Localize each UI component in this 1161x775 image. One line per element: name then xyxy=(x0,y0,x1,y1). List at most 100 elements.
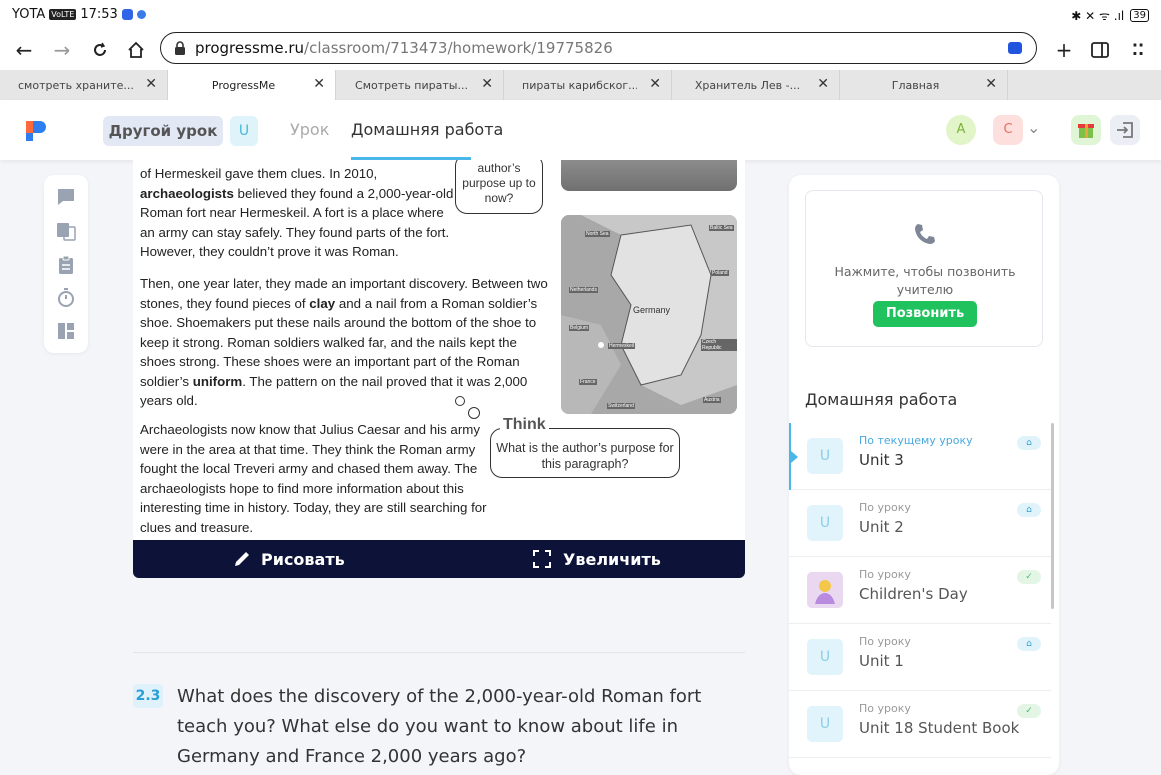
homework-item[interactable]: U По текущему уроку Unit 3 ⌂ xyxy=(789,423,1051,490)
unit-icon: U xyxy=(807,438,843,474)
homework-item[interactable]: U По уроку Unit 2 ⌂ xyxy=(789,490,1051,557)
draw-button[interactable]: Рисовать xyxy=(233,546,345,572)
menu-dots-icon[interactable]: ⁚⁚ xyxy=(1124,36,1152,64)
tool-rail xyxy=(44,175,88,353)
browser-tab[interactable]: смотреть храните... ✕ xyxy=(0,70,168,100)
exit-icon xyxy=(1117,122,1133,138)
exit-button[interactable] xyxy=(1110,115,1140,145)
phone-icon xyxy=(915,224,935,244)
browser-tab[interactable]: Смотреть пираты... ✕ xyxy=(336,70,504,100)
home-icon[interactable] xyxy=(122,36,150,64)
lesson-thumbnail-image xyxy=(807,572,843,608)
progressme-logo-icon[interactable] xyxy=(22,117,48,143)
question-bubble: author’s purpose up to now? xyxy=(455,160,543,214)
notification-dot-icon xyxy=(136,10,146,19)
textbook-page: of Hermeskeil gave them clues. In 2010, … xyxy=(133,160,745,540)
chevron-down-icon[interactable]: ⌄ xyxy=(1027,118,1040,137)
app-notification-icon xyxy=(121,9,133,20)
bubble-dot xyxy=(468,407,480,419)
reload-icon[interactable] xyxy=(86,36,114,64)
right-panel: Нажмите, чтобы позвонить учителю Позвони… xyxy=(789,175,1059,775)
avatar[interactable]: C xyxy=(993,115,1023,145)
image-toolbar: Рисовать Увеличить xyxy=(133,540,745,578)
question-text: What does the discovery of the 2,000-yea… xyxy=(177,686,702,767)
homework-item[interactable]: U По уроку Unit 18 Student Book ✓ xyxy=(789,691,1051,758)
germany-map-image: North Sea Baltic Sea Poland Netherlands … xyxy=(561,215,737,414)
zoom-button[interactable]: Увеличить xyxy=(533,546,661,572)
question-number: 2.3 xyxy=(133,684,163,708)
homework-item-name: Unit 2 xyxy=(859,518,904,536)
home-status-icon: ⌂ xyxy=(1017,637,1041,651)
new-tab-icon[interactable]: + xyxy=(1050,36,1078,64)
app-header: Другой урок U Урок Домашняя работа A C ⌄ xyxy=(0,100,1161,160)
think-label: Think xyxy=(500,416,549,434)
browser-tab-strip: смотреть храните... ✕ ProgressMe ✕ Смотрет… xyxy=(0,70,1161,100)
unit-icon: U xyxy=(807,505,843,541)
forward-arrow-icon[interactable]: → xyxy=(48,36,76,64)
timer-icon[interactable] xyxy=(56,288,76,308)
close-tab-icon[interactable]: ✕ xyxy=(649,76,661,92)
photo-image xyxy=(561,160,737,191)
home-status-icon: ⌂ xyxy=(1017,436,1041,450)
browser-tab[interactable]: Хранитель Лев -... ✕ xyxy=(672,70,840,100)
browser-tab-active[interactable]: ProgressMe ✕ xyxy=(168,70,336,100)
clock: 17:53 xyxy=(80,7,118,22)
gift-button[interactable] xyxy=(1071,115,1101,145)
close-tab-icon[interactable]: ✕ xyxy=(817,76,829,92)
close-tab-icon[interactable]: ✕ xyxy=(313,76,325,92)
homework-item-name: Unit 3 xyxy=(859,451,904,469)
homework-item-caption: По уроку xyxy=(859,635,911,648)
check-status-icon: ✓ xyxy=(1017,570,1041,584)
paragraph: Archaeologists now know that Julius Caes… xyxy=(140,422,487,535)
pencil-icon xyxy=(235,552,249,566)
call-teacher-card: Нажмите, чтобы позвонить учителю Позвони… xyxy=(805,190,1043,347)
translate-icon[interactable] xyxy=(56,221,76,241)
homework-item[interactable]: По уроку Children's Day ✓ xyxy=(789,557,1051,624)
layout-icon[interactable] xyxy=(56,321,76,341)
extension-icon[interactable] xyxy=(1008,42,1022,54)
call-button[interactable]: Позвонить xyxy=(873,301,977,327)
tab-homework[interactable]: Домашняя работа xyxy=(351,120,503,139)
homework-item[interactable]: U По уроку Unit 1 ⌂ xyxy=(789,624,1051,691)
check-status-icon: ✓ xyxy=(1017,704,1041,718)
close-tab-icon[interactable]: ✕ xyxy=(481,76,493,92)
tab-lesson[interactable]: Урок xyxy=(290,120,329,139)
gift-icon xyxy=(1078,124,1094,138)
close-tab-icon[interactable]: ✕ xyxy=(145,76,157,92)
paragraph: of Hermeskeil gave them clues. In 2010, … xyxy=(140,166,454,259)
homework-item-name: Unit 1 xyxy=(859,652,904,670)
homework-item-name: Unit 18 Student Book xyxy=(859,719,1020,737)
other-lesson-button[interactable]: Другой урок xyxy=(103,116,223,146)
clipboard-icon[interactable] xyxy=(56,255,76,275)
home-status-icon: ⌂ xyxy=(1017,503,1041,517)
homework-list-title: Домашняя работа xyxy=(805,390,958,409)
sidebar-toggle-icon[interactable] xyxy=(1086,36,1114,64)
divider xyxy=(133,652,745,653)
call-hint-text: Нажмите, чтобы позвонить учителю xyxy=(834,264,1016,297)
status-bar: YOTA VoLTE 17:53 ✱ ✕ ᯤ .ıl 39 xyxy=(0,0,1161,30)
browser-tab[interactable]: пираты карибског... ✕ xyxy=(504,70,672,100)
signal-icons: ✱ ✕ ᯤ .ıl xyxy=(1071,9,1125,23)
active-caret-icon xyxy=(791,451,798,463)
lesson-badge[interactable]: U xyxy=(230,116,258,146)
battery-icon: 39 xyxy=(1130,9,1149,22)
unit-icon: U xyxy=(807,706,843,742)
browser-tab[interactable]: Главная ✕ xyxy=(840,70,1008,100)
battery-level: 39 xyxy=(1133,10,1146,21)
avatar[interactable]: A xyxy=(946,115,976,145)
paragraph: Then, one year later, they made an impor… xyxy=(140,276,548,408)
address-bar[interactable]: progressme.ru/classroom/713473/homework/… xyxy=(160,32,1037,64)
homework-item-caption: По текущему уроку xyxy=(859,434,973,447)
think-bubble: What is the author’s purpose for this pa… xyxy=(490,428,680,478)
back-arrow-icon[interactable]: ← xyxy=(10,36,38,64)
chat-icon[interactable] xyxy=(56,187,76,207)
homework-item-caption: По уроку xyxy=(859,568,911,581)
homework-item-caption: По уроку xyxy=(859,501,911,514)
unit-icon: U xyxy=(807,639,843,675)
expand-icon xyxy=(533,550,551,568)
volte-badge: VoLTE xyxy=(49,9,77,20)
scrollbar[interactable] xyxy=(1051,423,1054,609)
close-tab-icon[interactable]: ✕ xyxy=(985,76,997,92)
homework-item-caption: По уроку xyxy=(859,702,911,715)
bubble-dot xyxy=(455,396,465,406)
